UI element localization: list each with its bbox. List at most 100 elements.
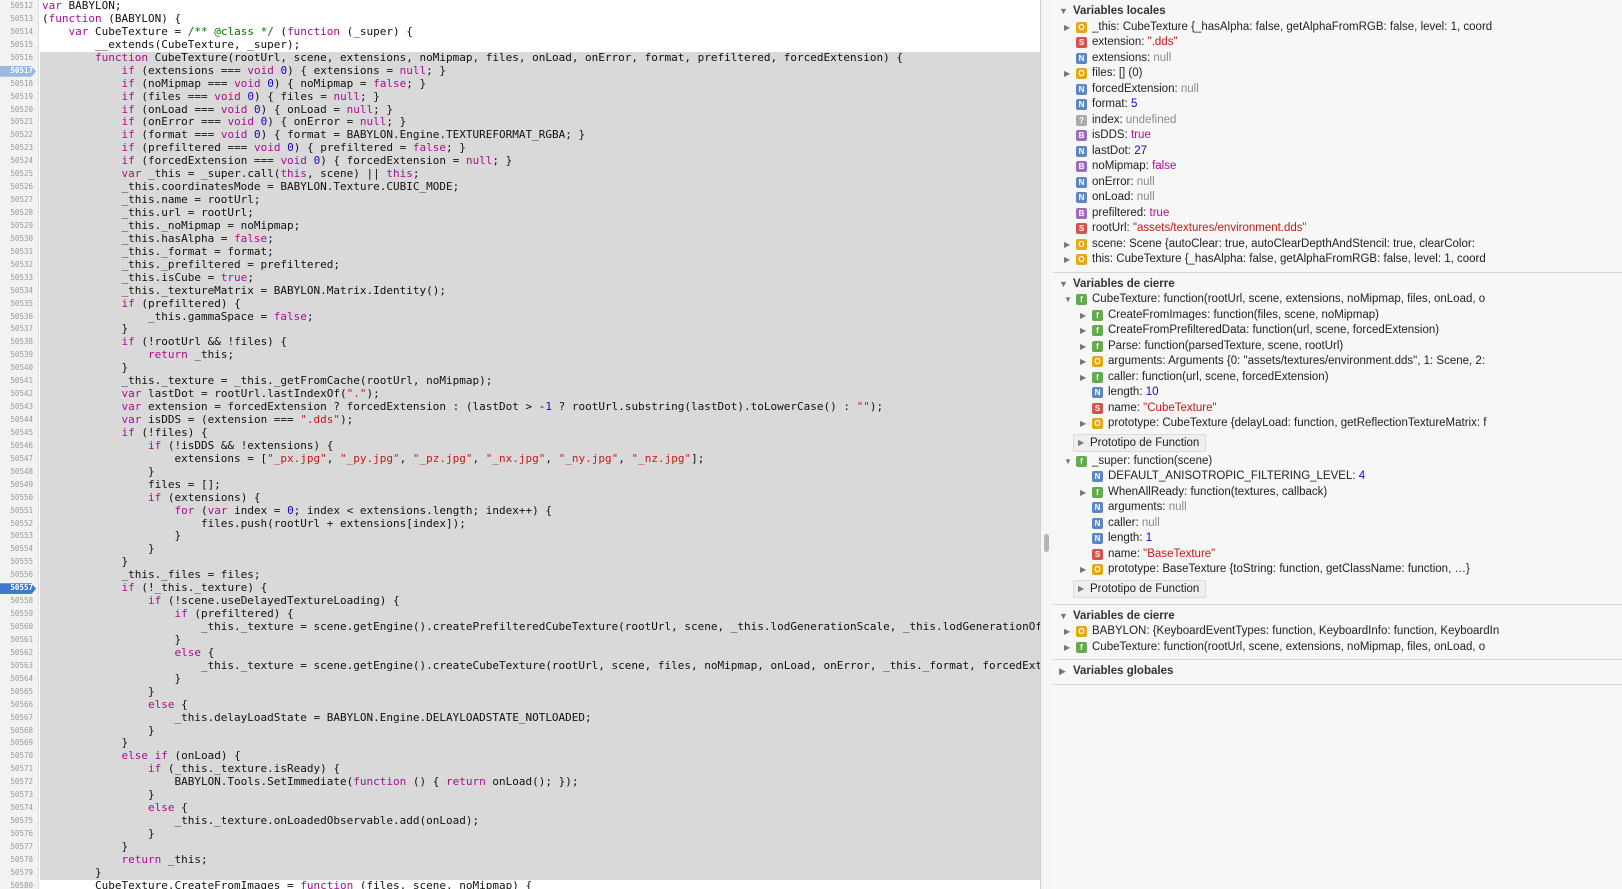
variable-row-nomipmap[interactable]: BnoMipmap: false [1053,159,1622,175]
variable-row-rooturl[interactable]: SrootUrl: "assets/textures/environment.d… [1053,221,1622,237]
code-line[interactable]: 50534 _this._textureMatrix = BABYLON.Mat… [0,284,1040,298]
line-number[interactable]: 50576 [0,828,33,841]
line-number[interactable]: 50528 [0,207,33,220]
code-line[interactable]: 50517 if (extensions === void 0) { exten… [0,64,1040,78]
variable-row-files[interactable]: ▶ Ofiles: [] (0) [1053,66,1622,82]
code-line[interactable]: 50552 files.push(rootUrl + extensions[in… [0,517,1040,531]
code-line[interactable]: 50571 if (_this._texture.isReady) { [0,763,1040,777]
line-number[interactable]: 50533 [0,272,33,285]
code-line[interactable]: 50521 if (onError === void 0) { onError … [0,116,1040,130]
line-number[interactable]: 50539 [0,349,33,362]
code-line[interactable]: 50574 else { [0,802,1040,816]
disclosure-closed-icon[interactable]: ▶ [1064,20,1070,36]
function-prototype-toggle[interactable]: ▶ Prototipo de Function [1073,433,1207,452]
variable-row-parse[interactable]: ▶ f Parse: function(parsedTexture, scene, … [1053,339,1622,355]
line-number[interactable]: 50554 [0,543,33,556]
line-number[interactable]: 50522 [0,129,33,142]
variable-row-length[interactable]: Nlength: 10 [1053,385,1622,401]
code-line[interactable]: 50556 _this._files = files; [0,569,1040,583]
variable-row-cubetexture[interactable]: ▼ f CubeTexture: function(rootUrl, scene, … [1053,292,1622,308]
line-number[interactable]: 50571 [0,763,33,776]
line-number[interactable]: 50524 [0,155,33,168]
code-line[interactable]: 50553 } [0,530,1040,544]
code-line[interactable]: 50522 if (format === void 0) { format = … [0,129,1040,143]
line-number[interactable]: 50562 [0,647,33,660]
line-number[interactable]: 50577 [0,841,33,854]
disclosure-closed-icon[interactable]: ▶ [1078,435,1084,451]
line-number[interactable]: 50556 [0,569,33,582]
line-number[interactable]: 50566 [0,699,33,712]
line-number[interactable]: 50552 [0,518,33,531]
line-number[interactable]: 50544 [0,414,33,427]
code-line[interactable]: 50548 } [0,465,1040,479]
line-number[interactable]: 50555 [0,556,33,569]
line-number[interactable]: 50536 [0,311,33,324]
closure-variables-header-2[interactable]: ▼ Variables de cierre [1053,609,1622,625]
line-number[interactable]: 50546 [0,440,33,453]
variable-row-this[interactable]: ▶ O _this: CubeTexture {_hasAlpha: false, … [1053,20,1622,36]
line-number[interactable]: 50541 [0,375,33,388]
code-line[interactable]: 50563 _this._texture = scene.getEngine()… [0,659,1040,673]
code-line[interactable]: 50562 else { [0,646,1040,660]
variable-row-createfromimages[interactable]: ▶ f CreateFromImages: function(files, scen… [1053,308,1622,324]
variable-row-name[interactable]: Sname: "BaseTexture" [1053,547,1622,563]
code-line[interactable]: 50564 } [0,672,1040,686]
code-line[interactable]: 50533 _this.isCube = true; [0,271,1040,285]
code-line[interactable]: 50523 if (prefiltered === void 0) { pref… [0,142,1040,156]
variable-row-arguments[interactable]: Narguments: null [1053,500,1622,516]
line-number[interactable]: 50514 [0,26,33,39]
line-number[interactable]: 50547 [0,453,33,466]
line-number[interactable]: 50570 [0,750,33,763]
code-line[interactable]: 50547 extensions = ["_px.jpg", "_py.jpg"… [0,452,1040,466]
line-number[interactable]: 50549 [0,479,33,492]
line-number[interactable]: 50572 [0,776,33,789]
line-number[interactable]: 50561 [0,634,33,647]
variable-row-scene[interactable]: ▶ Oscene: Scene {autoClear: true, autoCle… [1053,237,1622,253]
variable-row-super[interactable]: ▼ f _super: function(scene) [1053,454,1622,470]
disclosure-closed-icon[interactable]: ▶ [1080,485,1086,501]
line-number[interactable]: 50513 [0,13,33,26]
line-number[interactable]: 50518 [0,78,33,91]
code-line[interactable]: 50575 _this._texture.onLoadedObservable.… [0,815,1040,828]
line-number[interactable]: 50537 [0,323,33,336]
code-line[interactable]: 50535 if (prefiltered) { [0,297,1040,311]
disclosure-open-icon[interactable]: ▼ [1059,277,1068,293]
variable-row-caller[interactable]: Ncaller: null [1053,516,1622,532]
line-number[interactable]: 50578 [0,854,33,867]
variable-row-index[interactable]: ? index: undefined [1053,113,1622,129]
line-number[interactable]: 50548 [0,466,33,479]
line-number[interactable]: 50523 [0,142,33,155]
line-number[interactable]: 50553 [0,530,33,543]
code-line[interactable]: 50572 BABYLON.Tools.SetImmediate(functio… [0,776,1040,790]
code-line[interactable]: 50512 var BABYLON; [0,0,1040,13]
variable-row-createfromprefiltereddata[interactable]: ▶ f CreateFromPrefilteredData: function(ur… [1053,323,1622,339]
line-number[interactable]: 50531 [0,246,33,259]
variable-row-name[interactable]: Sname: "CubeTexture" [1053,401,1622,417]
disclosure-closed-icon[interactable]: ▶ [1064,624,1070,640]
line-number[interactable]: 50512 [0,0,33,13]
code-line[interactable]: 50524 if (forcedExtension === void 0) { … [0,155,1040,169]
line-number[interactable]: 50515 [0,39,33,52]
code-line[interactable]: 50557 if (!_this._texture) { [0,582,1040,596]
code-line[interactable]: 50555 } [0,556,1040,570]
variable-row-this[interactable]: ▶ Othis: CubeTexture {_hasAlpha: false, g… [1053,252,1622,268]
code-line[interactable]: 50538 if (!rootUrl && !files) { [0,336,1040,350]
line-number[interactable]: 50565 [0,686,33,699]
line-number[interactable]: 50574 [0,802,33,815]
code-line[interactable]: 50545 if (!files) { [0,426,1040,440]
code-line[interactable]: 50578 return _this; [0,853,1040,867]
code-line[interactable]: 50558 if (!scene.useDelayedTextureLoadin… [0,595,1040,609]
line-number[interactable]: 50521 [0,116,33,129]
code-line[interactable]: 50515 __extends(CubeTexture, _super); [0,39,1040,52]
line-number[interactable]: 50550 [0,492,33,505]
variable-row-onerror[interactable]: NonError: null [1053,175,1622,191]
variable-row-forcedextension[interactable]: NforcedExtension: null [1053,82,1622,98]
code-line[interactable]: 50540 } [0,362,1040,376]
code-line[interactable]: 50519 if (files === void 0) { files = nu… [0,90,1040,104]
line-number[interactable]: 50525 [0,168,33,181]
code-line[interactable]: 50544 var isDDS = (extension === ".dds")… [0,414,1040,427]
code-line[interactable]: 50559 if (prefiltered) { [0,608,1040,621]
code-line[interactable]: 50528 _this.url = rootUrl; [0,207,1040,220]
line-number[interactable]: 50545 [0,427,33,440]
variable-row-lastdot[interactable]: NlastDot: 27 [1053,144,1622,160]
